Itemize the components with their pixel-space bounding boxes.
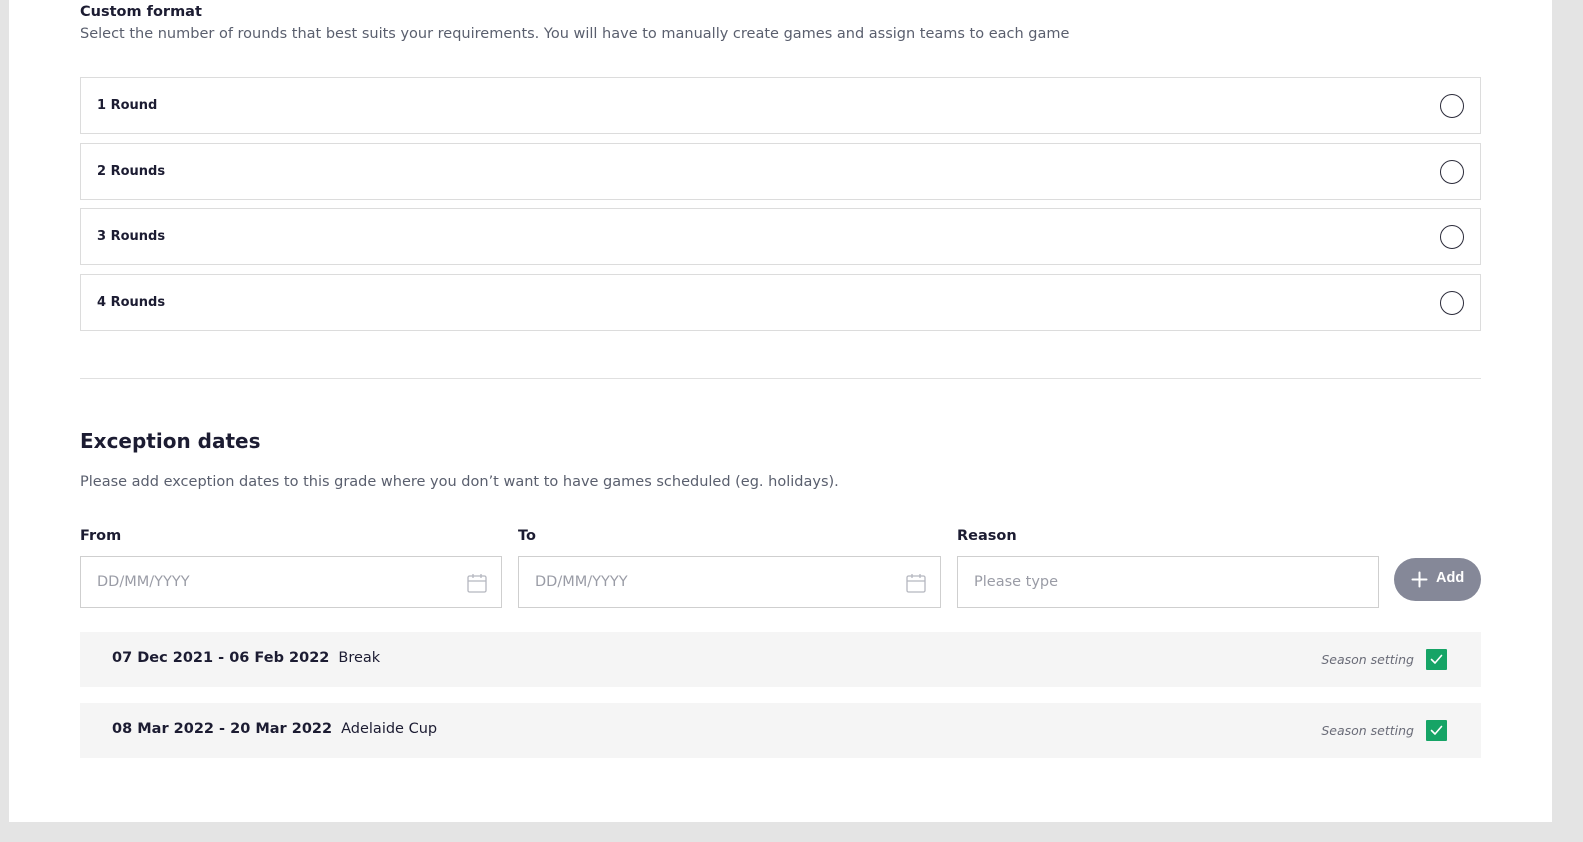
- season-setting-checkbox[interactable]: [1426, 649, 1447, 670]
- season-setting-checkbox[interactable]: [1426, 720, 1447, 741]
- plus-icon: [1411, 571, 1428, 588]
- reason-field[interactable]: [957, 556, 1379, 608]
- custom-format-title: Custom format: [80, 4, 202, 20]
- to-date-input[interactable]: [519, 557, 940, 607]
- page-panel: Custom format Select the number of round…: [9, 0, 1552, 822]
- check-icon: [1430, 654, 1443, 664]
- exception-row: 07 Dec 2021 - 06 Feb 2022 Break Season se…: [80, 632, 1481, 687]
- round-option-label: 3 Rounds: [97, 229, 166, 244]
- round-option-label: 1 Round: [97, 98, 158, 113]
- add-button[interactable]: Add: [1394, 558, 1481, 601]
- round-option-1[interactable]: 1 Round: [80, 77, 1481, 134]
- exception-range-text: 07 Dec 2021 - 06 Feb 2022: [112, 650, 330, 666]
- reason-label: Reason: [957, 528, 1017, 544]
- add-button-label: Add: [1436, 570, 1465, 586]
- section-divider: [80, 378, 1481, 379]
- exception-dates-title: Exception dates: [80, 429, 261, 453]
- to-label: To: [518, 528, 536, 544]
- reason-input[interactable]: [958, 557, 1378, 607]
- exception-reason: Break: [338, 650, 381, 666]
- exception-row: 08 Mar 2022 - 20 Mar 2022 Adelaide Cup Se…: [80, 703, 1481, 758]
- round-option-2[interactable]: 2 Rounds: [80, 143, 1481, 200]
- exception-range-text: 08 Mar 2022 - 20 Mar 2022: [112, 721, 333, 737]
- from-date-input[interactable]: [81, 557, 501, 607]
- calendar-icon[interactable]: [905, 572, 927, 594]
- check-icon: [1430, 725, 1443, 735]
- round-option-4[interactable]: 4 Rounds: [80, 274, 1481, 331]
- round-option-label: 4 Rounds: [97, 295, 166, 310]
- radio-button[interactable]: [1440, 291, 1464, 315]
- round-option-3[interactable]: 3 Rounds: [80, 208, 1481, 265]
- radio-button[interactable]: [1440, 160, 1464, 184]
- season-setting-label: Season setting: [1321, 652, 1414, 667]
- exception-dates-description: Please add exception dates to this grade…: [80, 474, 839, 490]
- exception-range: 08 Mar 2022 - 20 Mar 2022 Adelaide Cup: [112, 721, 437, 737]
- round-option-label: 2 Rounds: [97, 164, 166, 179]
- to-date-field[interactable]: [518, 556, 941, 608]
- radio-button[interactable]: [1440, 94, 1464, 118]
- from-label: From: [80, 528, 122, 544]
- from-date-field[interactable]: [80, 556, 502, 608]
- exception-reason: Adelaide Cup: [341, 721, 438, 737]
- radio-button[interactable]: [1440, 225, 1464, 249]
- exception-range: 07 Dec 2021 - 06 Feb 2022 Break: [112, 650, 380, 666]
- season-setting-label: Season setting: [1321, 723, 1414, 738]
- custom-format-description: Select the number of rounds that best su…: [80, 26, 1070, 42]
- calendar-icon[interactable]: [466, 572, 488, 594]
